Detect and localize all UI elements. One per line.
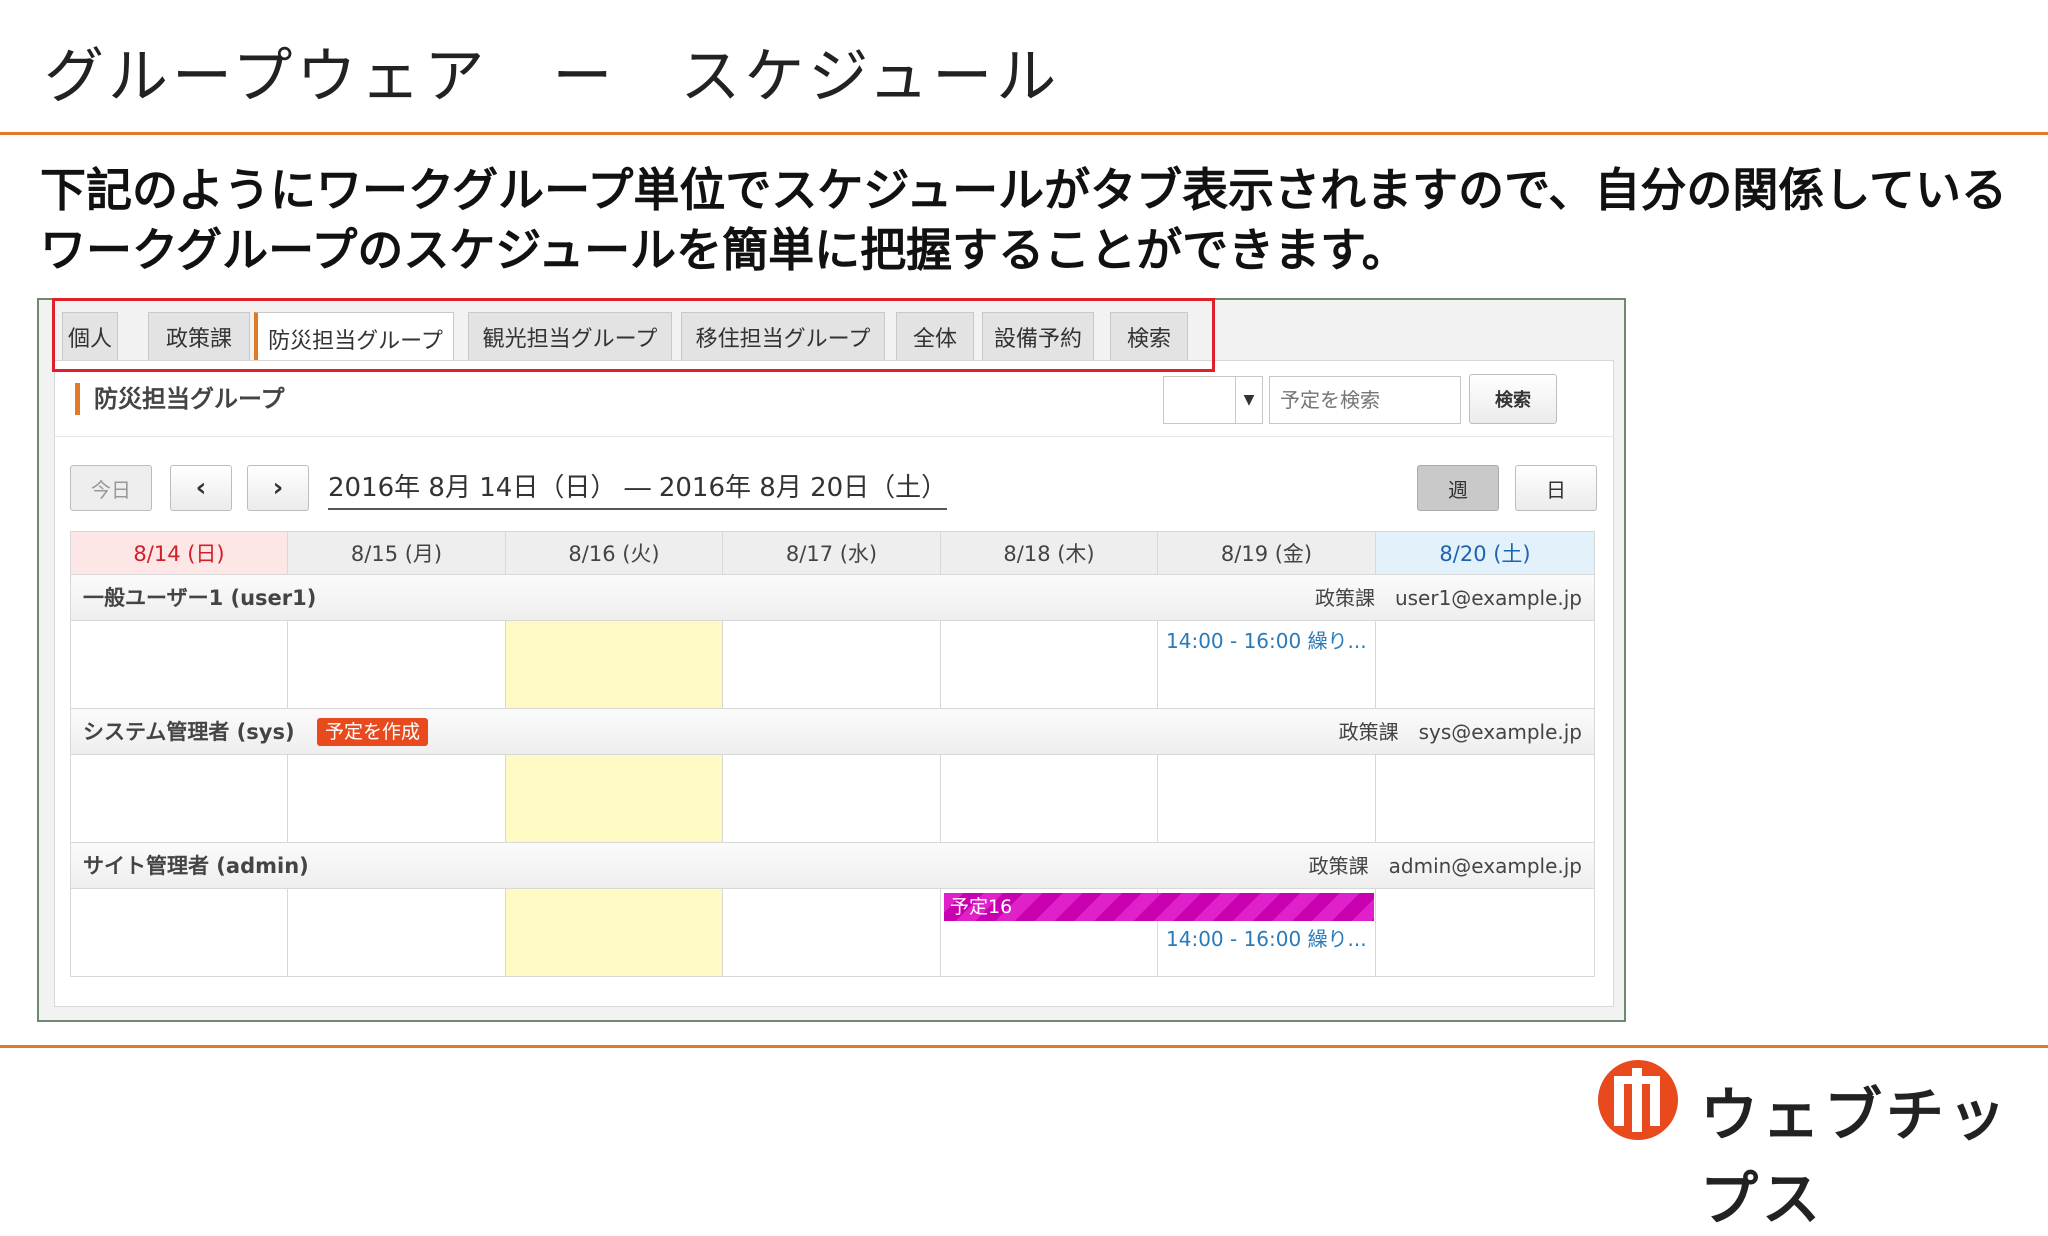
- user-cells: 14:00 - 16:00 繰り... 予定16: [70, 889, 1595, 977]
- user-email: sys@example.jp: [1418, 720, 1582, 744]
- day-header[interactable]: 8/15 (月): [288, 531, 506, 575]
- user-email: admin@example.jp: [1388, 854, 1582, 878]
- day-view-button[interactable]: 日: [1515, 465, 1597, 511]
- day-cell[interactable]: [70, 755, 288, 843]
- group-title: 防災担当グループ: [75, 383, 285, 415]
- user-dept: 政策課: [1308, 854, 1369, 878]
- user-info: 政策課 user1@example.jp: [1315, 575, 1582, 621]
- day-header[interactable]: 8/20 (土): [1376, 531, 1595, 575]
- today-button[interactable]: 今日: [70, 465, 152, 511]
- day-header[interactable]: 8/19 (金): [1158, 531, 1376, 575]
- panel-header: 防災担当グループ ▼ 検索: [55, 361, 1613, 437]
- day-header[interactable]: 8/14 (日): [70, 531, 288, 575]
- top-divider: [0, 132, 2048, 135]
- user-name[interactable]: システム管理者 (sys): [83, 709, 295, 755]
- day-cell[interactable]: [941, 621, 1158, 709]
- slide-description: 下記のようにワークグループ単位でスケジュールがタブ表示されますので、自分の関係し…: [40, 163, 2007, 277]
- day-header[interactable]: 8/17 (水): [723, 531, 941, 575]
- day-cell[interactable]: [723, 621, 941, 709]
- day-cell[interactable]: [723, 755, 941, 843]
- chevron-down-icon: ▼: [1235, 377, 1262, 423]
- bottom-divider: [0, 1045, 2048, 1048]
- week-view-button[interactable]: 週: [1417, 465, 1499, 511]
- day-cell[interactable]: [288, 621, 506, 709]
- user-name[interactable]: 一般ユーザー1 (user1): [83, 575, 316, 621]
- day-header[interactable]: 8/16 (火): [506, 531, 723, 575]
- chevron-left-icon: ‹: [195, 473, 207, 503]
- day-cell-today[interactable]: [506, 621, 723, 709]
- event-link[interactable]: 14:00 - 16:00 繰り...: [1166, 625, 1367, 654]
- schedule-panel: 防災担当グループ ▼ 検索 今日 ‹ › 2016年 8月 14日（日） ― 2…: [54, 360, 1614, 1007]
- day-cell[interactable]: [70, 889, 288, 977]
- event-link[interactable]: 14:00 - 16:00 繰り...: [1166, 923, 1367, 952]
- prev-week-button[interactable]: ‹: [170, 465, 232, 511]
- user-row-sys: システム管理者 (sys) 予定を作成 政策課 sys@example.jp: [70, 709, 1595, 755]
- user-info: 政策課 admin@example.jp: [1309, 843, 1582, 889]
- day-cell[interactable]: [1158, 755, 1376, 843]
- create-schedule-button[interactable]: 予定を作成: [317, 718, 429, 746]
- date-range[interactable]: 2016年 8月 14日（日） ― 2016年 8月 20日（土）: [328, 467, 948, 510]
- day-header[interactable]: 8/18 (木): [941, 531, 1158, 575]
- search-button[interactable]: 検索: [1469, 374, 1557, 424]
- day-cell[interactable]: [1376, 621, 1595, 709]
- day-cell[interactable]: [1376, 889, 1595, 977]
- user-email: user1@example.jp: [1394, 586, 1582, 610]
- day-cell[interactable]: [1376, 755, 1595, 843]
- webchips-logo-icon: [1598, 1060, 1678, 1140]
- day-cell-today[interactable]: [506, 889, 723, 977]
- chevron-right-icon: ›: [272, 473, 284, 503]
- day-cell[interactable]: [288, 755, 506, 843]
- user-cells: 14:00 - 16:00 繰り...: [70, 621, 1595, 709]
- user-dept: 政策課: [1314, 586, 1375, 610]
- user-row-user1: 一般ユーザー1 (user1) 政策課 user1@example.jp: [70, 575, 1595, 621]
- day-cell[interactable]: [723, 889, 941, 977]
- slide-title: グループウェア ー スケジュール: [44, 42, 1061, 112]
- user-cells: [70, 755, 1595, 843]
- calendar-select[interactable]: ▼: [1163, 376, 1263, 424]
- schedule-search-input[interactable]: [1269, 376, 1461, 424]
- user-dept: 政策課: [1338, 720, 1399, 744]
- day-cell[interactable]: [70, 621, 288, 709]
- day-cell[interactable]: 14:00 - 16:00 繰り...: [1158, 621, 1376, 709]
- user-name[interactable]: サイト管理者 (admin): [83, 843, 309, 889]
- user-row-admin: サイト管理者 (admin) 政策課 admin@example.jp: [70, 843, 1595, 889]
- day-cell[interactable]: [288, 889, 506, 977]
- next-week-button[interactable]: ›: [247, 465, 309, 511]
- tabs-highlight-box: [52, 298, 1215, 372]
- user-info: 政策課 sys@example.jp: [1339, 709, 1582, 755]
- brand-name: ウェブチップス: [1700, 1081, 2011, 1233]
- event-bar[interactable]: 予定16: [944, 893, 1374, 921]
- day-cell-today[interactable]: [506, 755, 723, 843]
- day-cell[interactable]: [941, 755, 1158, 843]
